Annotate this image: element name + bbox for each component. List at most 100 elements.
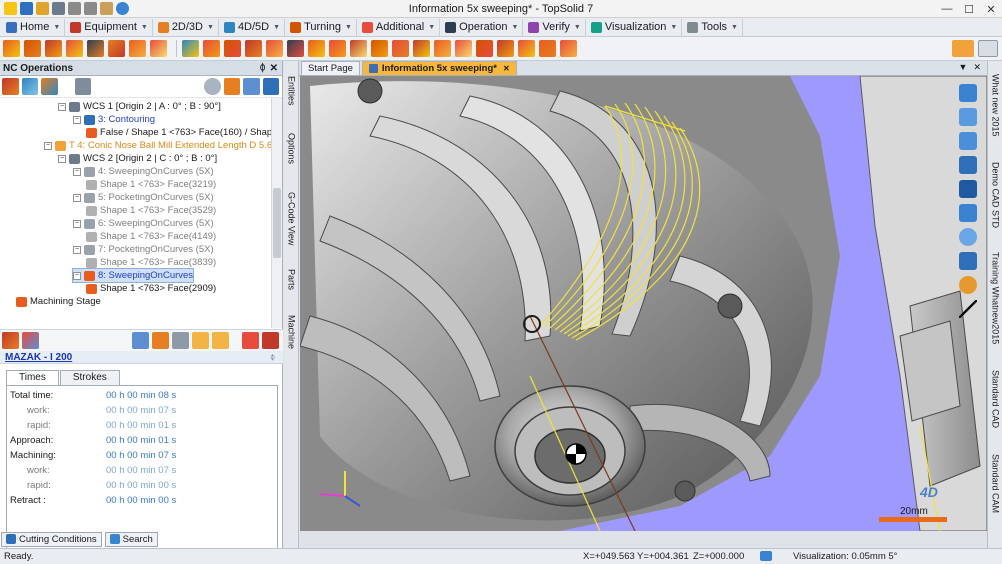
undo-icon[interactable]	[68, 2, 81, 15]
chevron-down-icon[interactable]: ▼	[53, 24, 60, 31]
refresh-icon[interactable]	[204, 78, 221, 95]
nc-tool-a-icon[interactable]	[2, 78, 19, 95]
side-tab-parts[interactable]: Parts	[284, 261, 299, 299]
view-tool-zoom-icon[interactable]	[959, 132, 977, 150]
tool-drill-icon[interactable]	[45, 40, 62, 57]
nc-tool-d-icon[interactable]	[223, 78, 240, 95]
view-tool-cube-icon[interactable]	[959, 252, 977, 270]
tool-blade-icon[interactable]	[476, 40, 493, 57]
menu-tools[interactable]: Tools ▼	[683, 18, 743, 36]
tree-row[interactable]: Shape 1 <763> Face(3529)	[86, 204, 216, 217]
chevron-down-icon[interactable]: ▼	[207, 24, 214, 31]
tool-parallel-icon[interactable]	[392, 40, 409, 57]
tool-radial-icon[interactable]	[413, 40, 430, 57]
tree-row[interactable]: − 8: SweepingOnCurves	[71, 268, 195, 283]
tree-row[interactable]: − 7: PocketingOnCurves (5X)	[73, 243, 214, 256]
tool-trim-icon[interactable]	[539, 40, 556, 57]
tree-row[interactable]: − 3: Contouring	[73, 113, 155, 126]
menu-4d5d[interactable]: 4D/5D ▼	[220, 18, 286, 36]
tool-rest-icon[interactable]	[308, 40, 325, 57]
tab-times[interactable]: Times	[6, 370, 59, 385]
tool-thread-icon[interactable]	[129, 40, 146, 57]
collapse-icon[interactable]: −	[73, 193, 81, 202]
side-tab-standard-cad[interactable]: Standard CAD	[988, 359, 1002, 439]
chevron-down-icon[interactable]: ▼	[345, 24, 352, 31]
machine-tool-i-icon[interactable]	[262, 332, 279, 349]
tab-close-icon[interactable]: ✕	[503, 64, 510, 73]
menu-visualization[interactable]: Visualization ▼	[587, 18, 683, 36]
nc-tool-print-icon[interactable]	[74, 78, 91, 95]
scrollbar-thumb[interactable]	[273, 188, 281, 258]
doc-close-icon[interactable]: ✕	[973, 62, 981, 73]
machine-name-link[interactable]: MAZAK - I 200	[5, 352, 72, 363]
tool-engrave-icon[interactable]	[150, 40, 167, 57]
chevron-down-icon[interactable]: ▼	[574, 24, 581, 31]
side-tab-demo-cad-std[interactable]: Demo CAD STD	[988, 153, 1002, 238]
tool-finishing-icon[interactable]	[287, 40, 304, 57]
help-icon[interactable]	[116, 2, 129, 15]
chevron-down-icon[interactable]: ▼	[731, 24, 738, 31]
tab-strokes[interactable]: Strokes	[59, 370, 120, 385]
tree-row[interactable]: − 5: PocketingOnCurves (5X)	[73, 191, 214, 204]
tree-scrollbar[interactable]	[271, 98, 282, 328]
menu-home[interactable]: Home ▼	[2, 18, 66, 36]
tool-slot-icon[interactable]	[108, 40, 125, 57]
tree-row[interactable]: − 4: SweepingOnCurves (5X)	[73, 165, 214, 178]
tab-information-5x-sweeping[interactable]: Information 5x sweeping* ✕	[361, 61, 517, 75]
machine-pin-icon[interactable]: ᛰ	[270, 353, 275, 362]
3d-viewport[interactable]: 20mm 4D	[300, 76, 987, 531]
visualization-icon[interactable]	[760, 551, 772, 561]
tree-row[interactable]: − WCS 2 [Origin 2 | C : 0° ; B : 0°]	[58, 152, 217, 165]
collapse-icon[interactable]: −	[73, 271, 81, 280]
view-tool-pan-icon[interactable]	[959, 108, 977, 126]
machine-tool-f-icon[interactable]	[192, 332, 209, 349]
menu-turning[interactable]: Turning ▼	[286, 18, 357, 36]
view-tool-rotate-icon[interactable]	[959, 84, 977, 102]
menu-additional[interactable]: Additional ▼	[358, 18, 441, 36]
tool-pocket-icon[interactable]	[3, 40, 20, 57]
app-logo-icon[interactable]	[4, 2, 17, 15]
tool-swarf-icon[interactable]	[203, 40, 220, 57]
side-tab-machine[interactable]: Machine	[284, 306, 299, 358]
panel-close-icon[interactable]: ✕	[270, 63, 278, 74]
tool-deburr-icon[interactable]	[518, 40, 535, 57]
tool-mirror-icon[interactable]	[560, 40, 577, 57]
side-tab-standard-cam[interactable]: Standard CAM	[988, 444, 1002, 524]
tool-roughing-icon[interactable]	[266, 40, 283, 57]
tree-row[interactable]: Machining Stage	[16, 295, 101, 308]
view-tool-grid-icon[interactable]	[959, 180, 977, 198]
machine-tool-c-icon[interactable]	[132, 332, 149, 349]
settings-panel-icon[interactable]	[952, 40, 974, 57]
tree-row[interactable]: − 6: SweepingOnCurves (5X)	[73, 217, 214, 230]
chevron-down-icon[interactable]: ▼	[428, 24, 435, 31]
tool-5axis-icon[interactable]	[182, 40, 199, 57]
side-tab-training-whatnew2015[interactable]: Training Whatnew2015	[988, 243, 1002, 353]
tool-contour-icon[interactable]	[24, 40, 41, 57]
side-tab-gcode-view[interactable]: G-Code View	[284, 186, 299, 252]
machine-tool-a-icon[interactable]	[2, 332, 19, 349]
chevron-down-icon[interactable]: ▼	[511, 24, 518, 31]
tool-sweep-icon[interactable]	[224, 40, 241, 57]
tool-pencil-icon[interactable]	[371, 40, 388, 57]
tool-zlevel-icon[interactable]	[329, 40, 346, 57]
cutting-conditions-button[interactable]: Cutting Conditions	[1, 531, 102, 547]
close-button[interactable]: ✕	[980, 0, 1002, 18]
machine-tool-g-icon[interactable]	[212, 332, 229, 349]
menu-verify[interactable]: Verify ▼	[524, 18, 586, 36]
menu-operation[interactable]: Operation ▼	[441, 18, 524, 36]
machine-tool-h-icon[interactable]	[242, 332, 259, 349]
collapse-icon[interactable]: −	[58, 154, 66, 163]
save-icon[interactable]	[20, 2, 33, 15]
chevron-down-icon[interactable]: ▼	[273, 24, 280, 31]
view-tool-fit-icon[interactable]	[959, 156, 977, 174]
collapse-icon[interactable]: −	[73, 245, 81, 254]
collapse-icon[interactable]: −	[58, 102, 66, 111]
view-tool-line-icon[interactable]	[959, 300, 977, 318]
collapse-icon[interactable]: −	[73, 219, 81, 228]
machine-tool-d-icon[interactable]	[152, 332, 169, 349]
search-button[interactable]: Search	[104, 531, 158, 547]
nc-tool-f-icon[interactable]	[262, 78, 279, 95]
redo-icon[interactable]	[84, 2, 97, 15]
tree-row[interactable]: − WCS 1 [Origin 2 | A : 0° ; B : 90°]	[58, 100, 221, 113]
tool-chamfer-icon[interactable]	[87, 40, 104, 57]
